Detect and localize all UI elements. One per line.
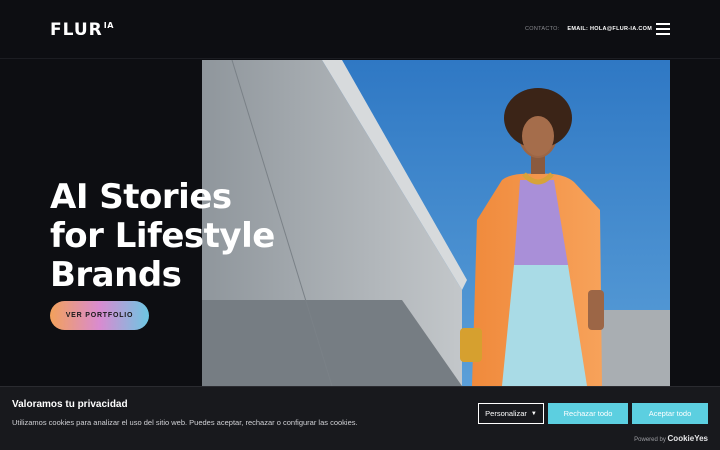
headline-line-1: AI Stories (50, 177, 232, 217)
headline-line-3: Brands (50, 255, 182, 295)
site-logo[interactable]: FLURIA (50, 20, 114, 40)
contact-email-link[interactable]: EMAIL: HOLA@FLUR-IA.COM (567, 26, 652, 32)
powered-label: Powered by (634, 437, 666, 443)
cookie-title: Valoramos tu privacidad (12, 399, 128, 410)
hamburger-icon[interactable] (656, 23, 670, 35)
caret-down-icon: ▼ (530, 410, 537, 417)
logo-superscript: IA (103, 21, 114, 30)
contact-info: CONTACTO: EMAIL: HOLA@FLUR-IA.COM (525, 26, 652, 32)
reject-all-button[interactable]: Rechazar todo (548, 403, 628, 424)
headline-line-2: for Lifestyle (50, 216, 275, 256)
cookieyes-logo: CookieYes (667, 434, 708, 443)
site-header: FLURIA CONTACTO: EMAIL: HOLA@FLUR-IA.COM (0, 0, 720, 59)
logo-text: FLUR (50, 20, 103, 40)
accept-all-button[interactable]: Aceptar todo (632, 403, 708, 424)
customize-label: Personalizar (485, 409, 527, 418)
contact-label: CONTACTO: (525, 26, 560, 32)
hero-headline: AI Stories for Lifestyle Brands (50, 178, 310, 295)
cookie-banner: Valoramos tu privacidad Utilizamos cooki… (0, 386, 720, 450)
portfolio-button[interactable]: VER PORTFOLIO (50, 301, 149, 330)
cookie-description: Utilizamos cookies para analizar el uso … (12, 418, 358, 427)
customize-button[interactable]: Personalizar ▼ (478, 403, 544, 424)
powered-by[interactable]: Powered by CookieYes (634, 434, 708, 443)
